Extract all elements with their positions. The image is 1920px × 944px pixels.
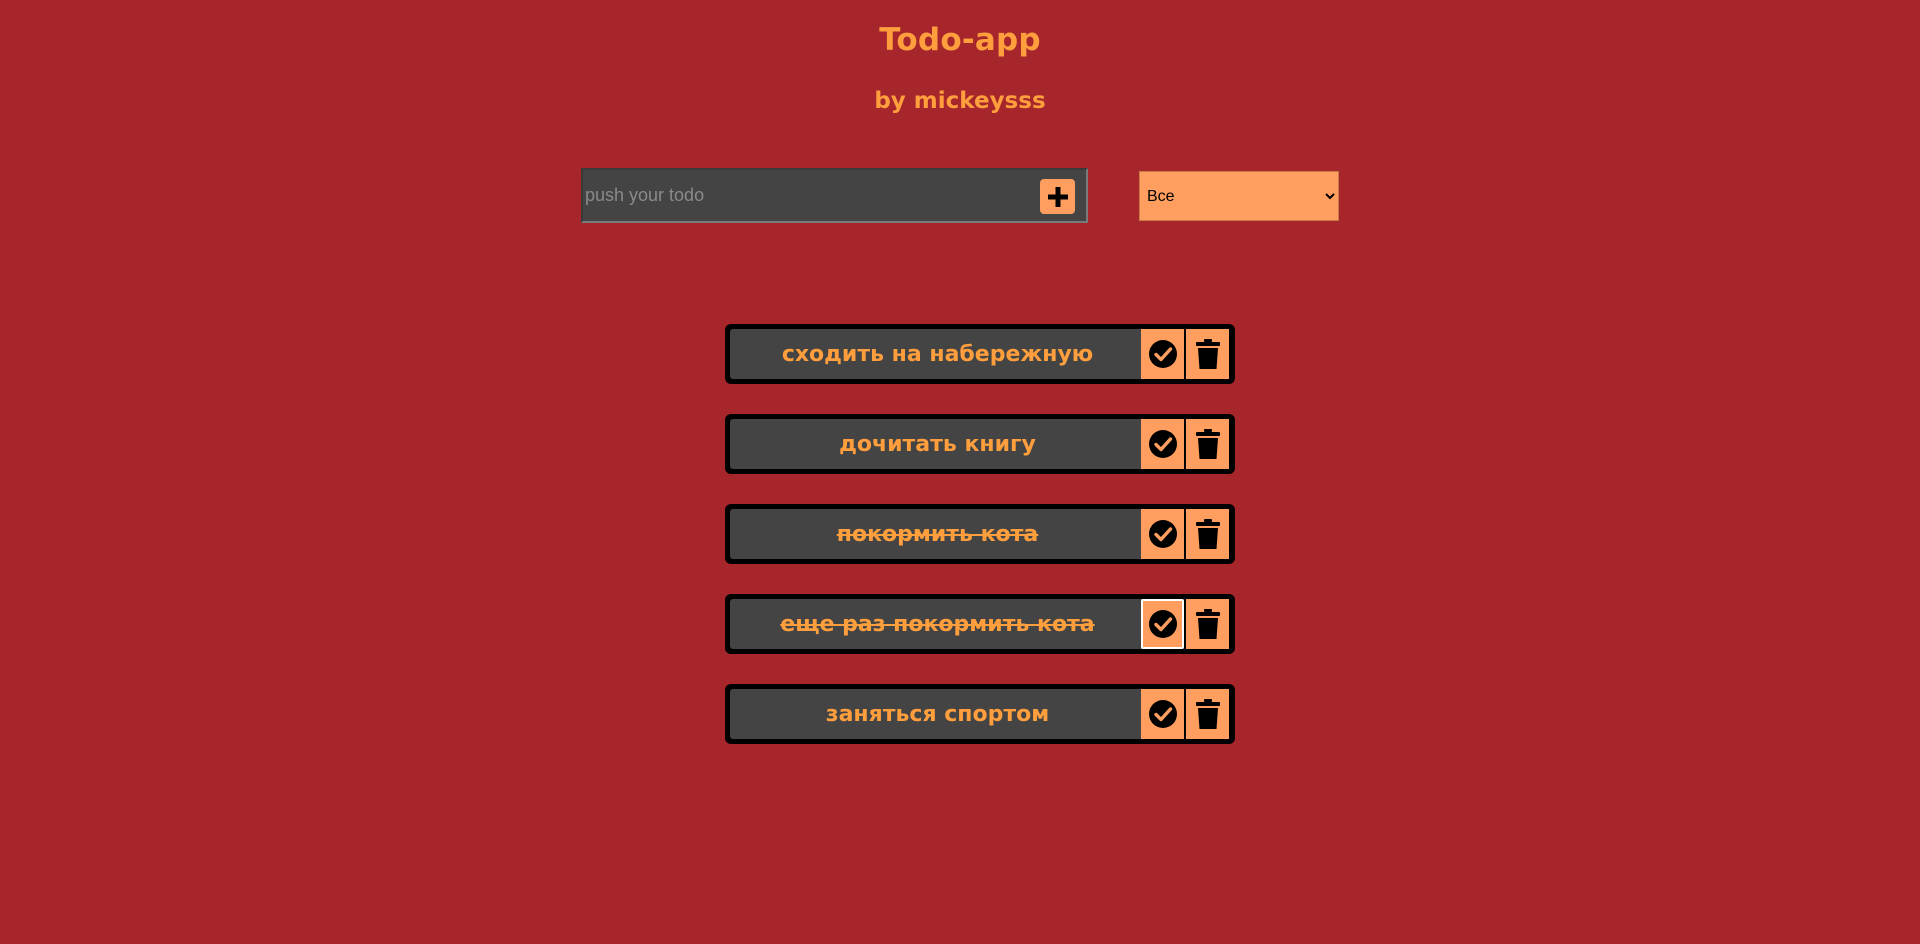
complete-button[interactable]: [1141, 689, 1184, 739]
todo-text: заняться спортом: [825, 701, 1050, 727]
todo-form: [581, 168, 1088, 223]
trash-icon: [1195, 339, 1220, 369]
delete-button[interactable]: [1186, 689, 1229, 739]
delete-button[interactable]: [1186, 419, 1229, 469]
delete-button[interactable]: [1186, 599, 1229, 649]
todo-item: дочитать книгу: [725, 414, 1235, 474]
complete-button[interactable]: [1141, 419, 1184, 469]
complete-button[interactable]: [1141, 599, 1184, 649]
todo-list: сходить на набережную дочитать книгу пок…: [725, 324, 1235, 774]
filter-select[interactable]: Все: [1139, 171, 1339, 221]
plus-icon: [1047, 186, 1068, 207]
todo-item: покормить кота: [725, 504, 1235, 564]
app-subtitle: by mickeysss: [874, 88, 1046, 114]
todo-text-box: заняться спортом: [730, 689, 1145, 739]
todo-text: сходить на набережную: [781, 341, 1094, 367]
check-circle-icon: [1148, 430, 1177, 458]
check-circle-icon: [1148, 610, 1177, 638]
trash-icon: [1195, 519, 1220, 549]
complete-button[interactable]: [1141, 509, 1184, 559]
todo-app-page: Todo-app by mickeysss Все сходить на наб…: [0, 0, 1920, 944]
todo-text: еще раз покормить кота: [780, 611, 1095, 637]
todo-text-box: дочитать книгу: [730, 419, 1145, 469]
todo-text-box: еще раз покормить кота: [730, 599, 1145, 649]
trash-icon: [1195, 429, 1220, 459]
todo-text-box: сходить на набережную: [730, 329, 1145, 379]
todo-text: покормить кота: [836, 521, 1039, 547]
complete-button[interactable]: [1141, 329, 1184, 379]
todo-text: дочитать книгу: [839, 431, 1036, 457]
todo-item: заняться спортом: [725, 684, 1235, 744]
delete-button[interactable]: [1186, 509, 1229, 559]
check-circle-icon: [1148, 700, 1177, 728]
delete-button[interactable]: [1186, 329, 1229, 379]
trash-icon: [1195, 609, 1220, 639]
check-circle-icon: [1148, 520, 1177, 548]
trash-icon: [1195, 699, 1220, 729]
add-todo-button[interactable]: [1040, 179, 1075, 214]
check-circle-icon: [1148, 340, 1177, 368]
todo-input[interactable]: [585, 170, 1015, 221]
todo-text-box: покормить кота: [730, 509, 1145, 559]
todo-item: сходить на набережную: [725, 324, 1235, 384]
app-title: Todo-app: [879, 22, 1041, 58]
todo-item: еще раз покормить кота: [725, 594, 1235, 654]
